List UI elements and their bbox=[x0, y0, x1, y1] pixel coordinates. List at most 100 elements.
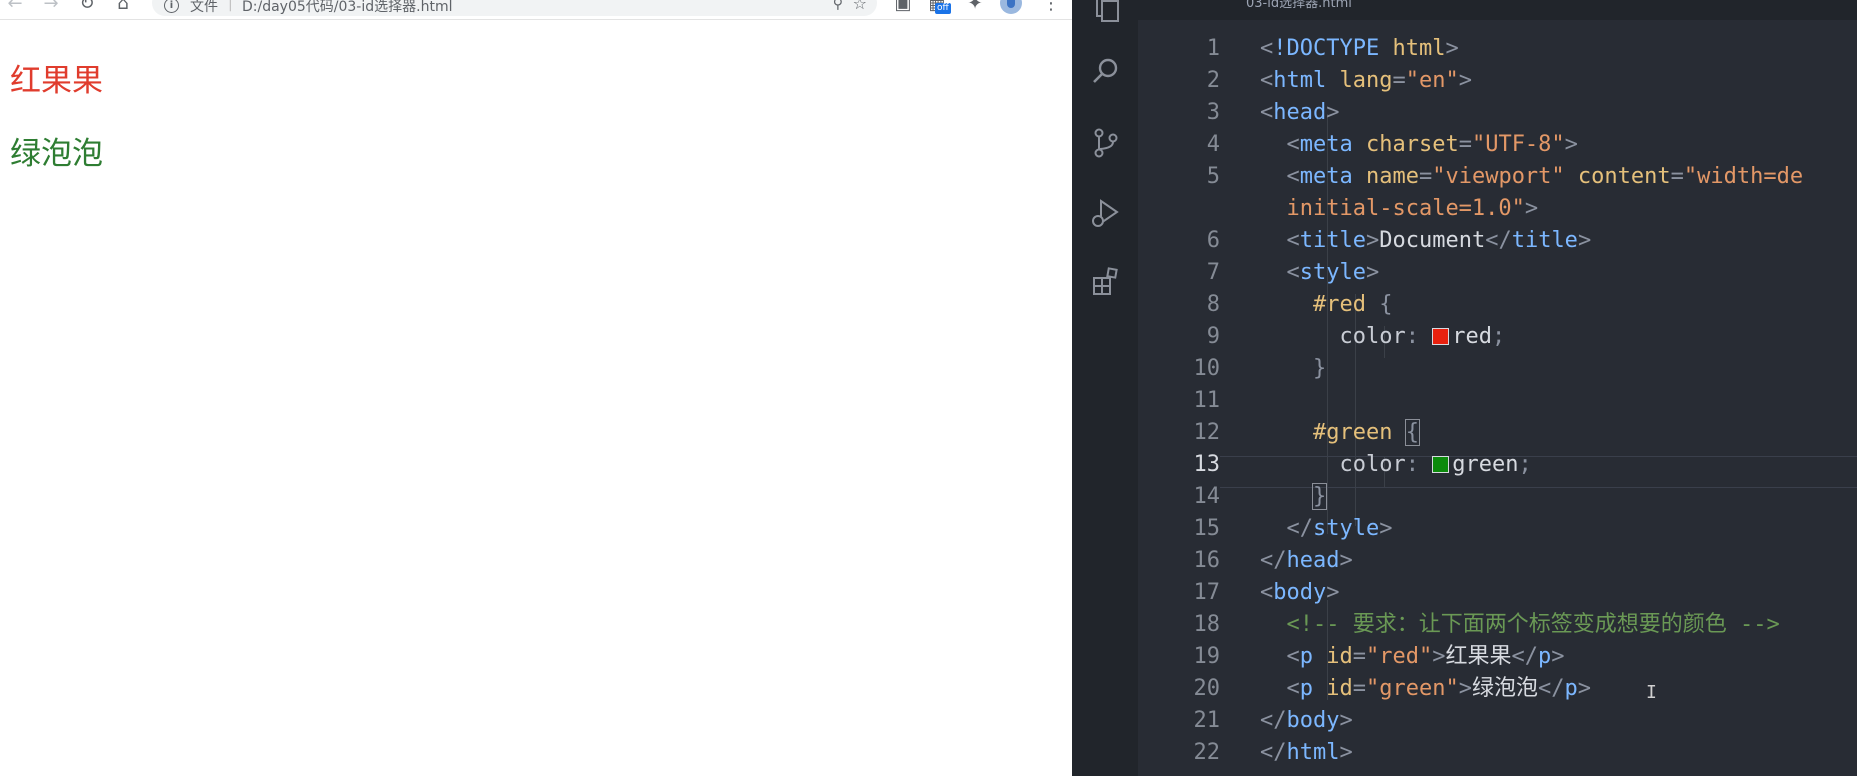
puzzle-icon[interactable]: ✦ bbox=[964, 0, 986, 14]
back-icon[interactable]: ← bbox=[4, 0, 26, 14]
line-number: 18 bbox=[1193, 612, 1221, 637]
line-number: 12 bbox=[1193, 420, 1221, 445]
line-number: 14 bbox=[1193, 484, 1221, 509]
code-editor[interactable]: 1 <!DOCTYPE html> 2 <html lang="en"> 3 <… bbox=[1138, 20, 1857, 776]
forward-icon[interactable]: → bbox=[40, 0, 62, 14]
line-number: 1 bbox=[1206, 36, 1220, 61]
line-number: 15 bbox=[1193, 516, 1221, 541]
text-cursor-icon: I bbox=[1646, 682, 1657, 703]
red-paragraph: 红果果 bbox=[10, 63, 103, 99]
source-control-icon[interactable] bbox=[1089, 126, 1123, 160]
code-line: 19 <p id="red">红果果</p> bbox=[1138, 641, 1857, 673]
code-text: <!-- 要求：让下面两个标签变成想要的颜色 --> bbox=[1286, 612, 1780, 637]
code-line: 21 </body> bbox=[1138, 705, 1857, 737]
search-icon[interactable] bbox=[1089, 55, 1123, 89]
code-line: 1 <!DOCTYPE html> bbox=[1138, 33, 1857, 65]
color-swatch-green[interactable] bbox=[1432, 456, 1450, 473]
code-text: <style> bbox=[1286, 260, 1380, 285]
code-text: } bbox=[1312, 356, 1327, 381]
code-line: 9 color: red; bbox=[1138, 321, 1857, 353]
code-text: </style> bbox=[1286, 516, 1393, 541]
line-number: 16 bbox=[1193, 548, 1221, 573]
code-text: <p id="green">绿泡泡</p> bbox=[1286, 676, 1591, 701]
line-number: 22 bbox=[1193, 740, 1221, 765]
code-line: 14 } bbox=[1138, 481, 1857, 513]
extensions-icon[interactable] bbox=[1089, 265, 1123, 299]
vscode-window: 03-id选择器.html 1 <!DOCTYPE html> 2 <html … bbox=[1072, 0, 1857, 776]
code-line: 15 </style> bbox=[1138, 513, 1857, 545]
editor-tab[interactable]: 03-id选择器.html bbox=[1246, 0, 1352, 11]
editor-tab-bar: 03-id选择器.html bbox=[1138, 0, 1857, 20]
code-text: <meta name="viewport" content="width=de bbox=[1286, 164, 1804, 189]
code-text: <!DOCTYPE html> bbox=[1260, 36, 1459, 61]
code-text: initial-scale=1.0"> bbox=[1286, 196, 1539, 221]
home-icon[interactable]: ⌂ bbox=[112, 0, 134, 14]
color-swatch-red[interactable] bbox=[1432, 328, 1450, 345]
code-text: #red { bbox=[1312, 292, 1393, 317]
line-number: 17 bbox=[1193, 580, 1221, 605]
site-info-icon[interactable]: i bbox=[164, 0, 179, 13]
line-number: 20 bbox=[1193, 676, 1221, 701]
avatar-figure bbox=[1007, 0, 1015, 8]
code-line-active: 13 color: green; bbox=[1138, 449, 1857, 481]
line-number: 2 bbox=[1206, 68, 1220, 93]
code-text: <p id="red">红果果</p> bbox=[1286, 644, 1565, 669]
more-menu-icon[interactable]: ⋮ bbox=[1040, 0, 1062, 14]
code-text: <html lang="en"> bbox=[1260, 68, 1472, 93]
line-number: 7 bbox=[1206, 260, 1220, 285]
line-number: 10 bbox=[1193, 356, 1221, 381]
code-line: 2 <html lang="en"> bbox=[1138, 65, 1857, 97]
extension-icon[interactable]: ▣ bbox=[892, 0, 914, 14]
line-number: 6 bbox=[1206, 228, 1220, 253]
run-debug-icon[interactable] bbox=[1089, 196, 1123, 230]
address-separator: | bbox=[228, 0, 233, 12]
browser-toolbar: ← → ↻ ⌂ i 文件 | D:/day05代码/03-id选择器.html … bbox=[0, 0, 1072, 20]
code-line: 5 <meta name="viewport" content="width=d… bbox=[1138, 161, 1857, 193]
code-text: </html> bbox=[1260, 740, 1353, 765]
code-line: 6 <title>Document</title> bbox=[1138, 225, 1857, 257]
code-text: <body> bbox=[1260, 580, 1340, 605]
green-paragraph: 绿泡泡 bbox=[10, 136, 103, 172]
line-number: 9 bbox=[1206, 324, 1220, 349]
code-line: 8 #red { bbox=[1138, 289, 1857, 321]
search-icon[interactable]: ⚲ bbox=[833, 0, 843, 12]
code-line: 11 bbox=[1138, 385, 1857, 417]
code-text: </head> bbox=[1260, 548, 1353, 573]
code-text: </body> bbox=[1260, 708, 1353, 733]
line-number: 11 bbox=[1193, 388, 1221, 413]
code-line: 18 <!-- 要求：让下面两个标签变成想要的颜色 --> bbox=[1138, 609, 1857, 641]
line-number: 13 bbox=[1193, 452, 1221, 477]
reload-icon[interactable]: ↻ bbox=[76, 0, 98, 14]
code-line: 4 <meta charset="UTF-8"> bbox=[1138, 129, 1857, 161]
line-number: 8 bbox=[1206, 292, 1220, 317]
code-line: 17 <body> bbox=[1138, 577, 1857, 609]
address-bar[interactable]: i 文件 | D:/day05代码/03-id选择器.html ⚲ ☆ bbox=[152, 0, 877, 16]
code-line: 10 } bbox=[1138, 353, 1857, 385]
page-viewport: 红果果 绿泡泡 bbox=[0, 20, 1072, 776]
code-line-wrap: initial-scale=1.0"> bbox=[1138, 193, 1857, 225]
code-line: 12 #green { bbox=[1138, 417, 1857, 449]
code-text: <title>Document</title> bbox=[1286, 228, 1592, 253]
browser-window: ← → ↻ ⌂ i 文件 | D:/day05代码/03-id选择器.html … bbox=[0, 0, 1072, 776]
code-text: <meta charset="UTF-8"> bbox=[1286, 132, 1578, 157]
activity-bar bbox=[1072, 0, 1138, 776]
code-line: 20 <p id="green">绿泡泡</p> bbox=[1138, 673, 1857, 705]
extension-off-badge: off bbox=[935, 3, 951, 14]
code-line: 3 <head> bbox=[1138, 97, 1857, 129]
profile-avatar[interactable] bbox=[1000, 0, 1022, 14]
line-number: 3 bbox=[1206, 100, 1220, 125]
explorer-icon[interactable] bbox=[1089, 0, 1123, 26]
address-url[interactable]: D:/day05代码/03-id选择器.html bbox=[242, 0, 452, 16]
line-number: 19 bbox=[1193, 644, 1221, 669]
code-text: } bbox=[1311, 483, 1328, 510]
code-text: color: red; bbox=[1339, 324, 1506, 349]
line-number: 4 bbox=[1206, 132, 1220, 157]
code-text: #green { bbox=[1312, 419, 1420, 446]
bookmark-star-icon[interactable]: ☆ bbox=[853, 0, 867, 13]
address-scheme-label: 文件 bbox=[190, 0, 218, 15]
code-line: 16 </head> bbox=[1138, 545, 1857, 577]
code-text: color: green; bbox=[1339, 452, 1532, 477]
code-line: 22 </html> bbox=[1138, 737, 1857, 769]
code-line: 7 <style> bbox=[1138, 257, 1857, 289]
line-number: 5 bbox=[1206, 164, 1220, 189]
